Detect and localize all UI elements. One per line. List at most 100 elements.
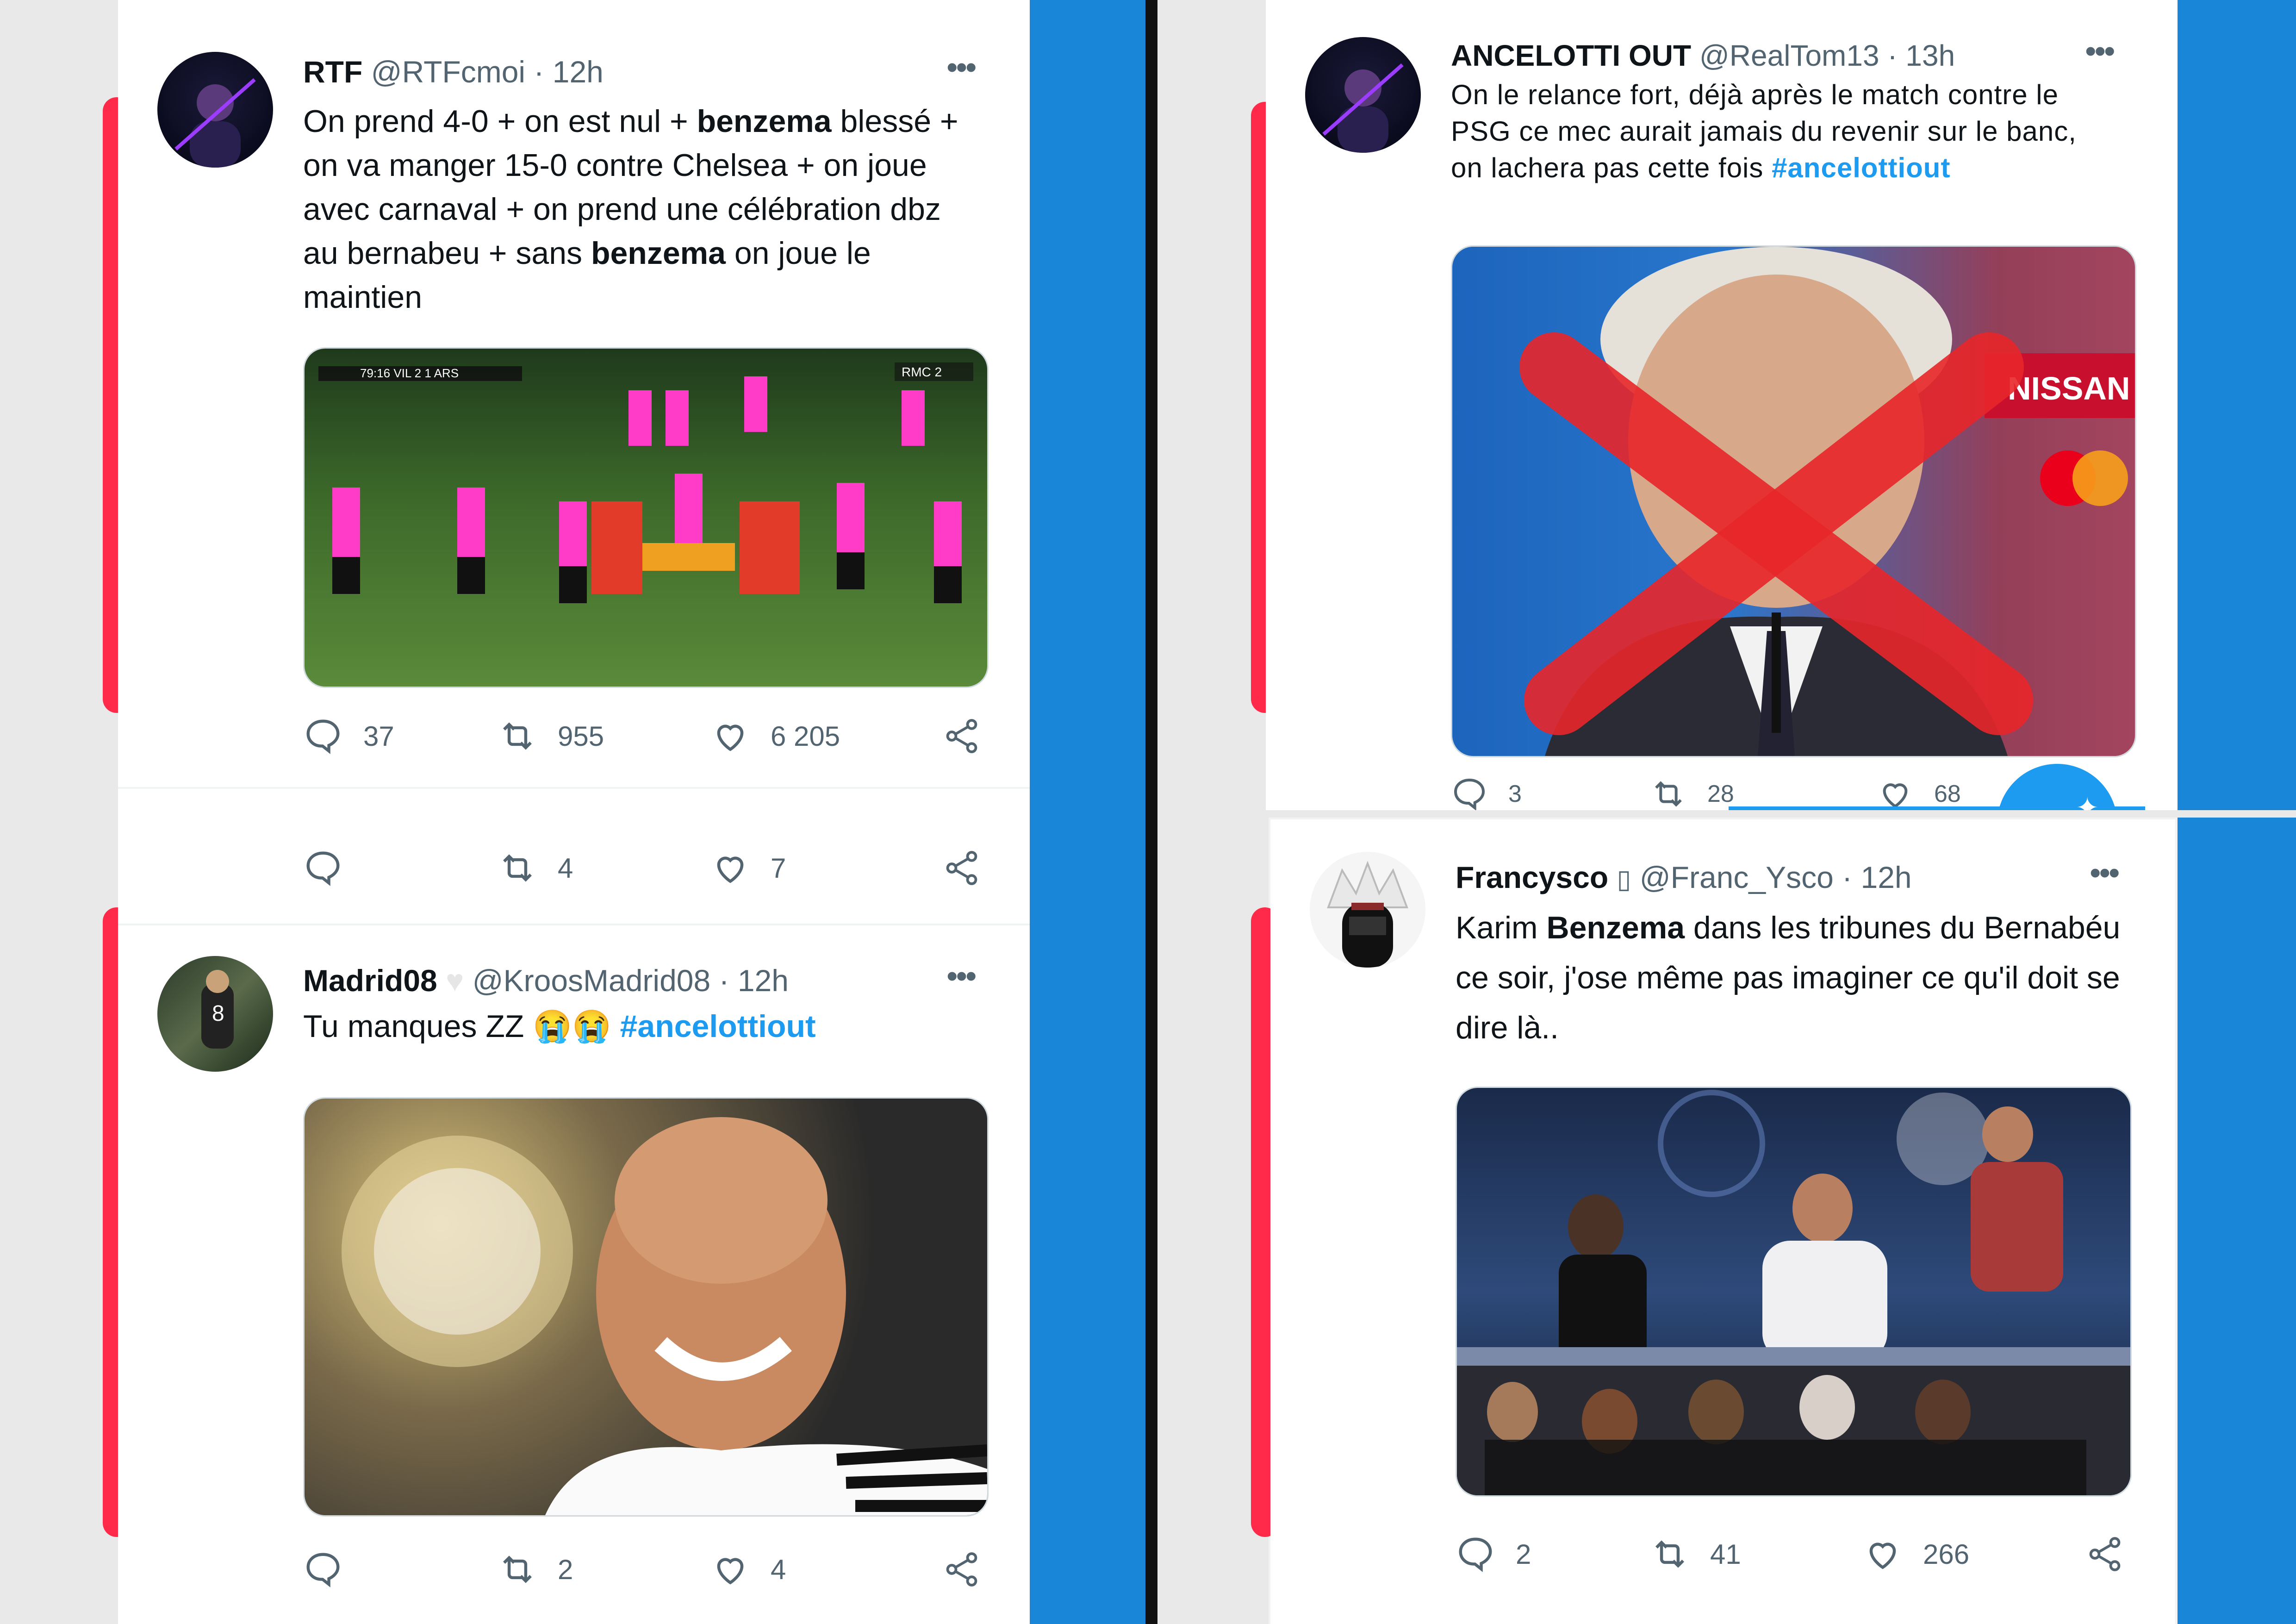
tweet-text: On prend 4-0 + on est nul + benzema bles… xyxy=(303,104,958,315)
tweet-text: Karim Benzema dans les tribunes du Berna… xyxy=(1456,910,2121,1045)
tweet-time[interactable]: · 12h xyxy=(534,55,603,89)
share-button[interactable] xyxy=(942,713,1002,759)
heart-icon xyxy=(717,856,744,883)
compose-tweet-button[interactable]: ✦ xyxy=(1997,764,2117,810)
tweet-madrid08[interactable]: 8 Madrid08 ♥ @KroosMadrid08 · 12h ••• Tu… xyxy=(118,926,1030,1624)
heart-icon xyxy=(1883,783,1908,808)
user-handle[interactable]: @Franc_Ysco xyxy=(1640,860,1834,894)
share-icon xyxy=(946,1552,977,1587)
retweet-count: 28 xyxy=(1707,781,1734,807)
retweet-icon xyxy=(503,722,532,750)
reply-icon xyxy=(306,851,340,886)
tweet-header: RTF @RTFcmoi · 12h xyxy=(303,53,604,90)
avatar[interactable] xyxy=(1305,37,1421,153)
share-button[interactable] xyxy=(942,845,1002,891)
retweet-icon xyxy=(503,854,532,882)
avatar[interactable] xyxy=(157,52,273,168)
reply-icon xyxy=(306,1553,340,1587)
reply-button[interactable] xyxy=(303,1546,363,1593)
display-name[interactable]: ANCELOTTI OUT xyxy=(1451,39,1691,72)
share-button[interactable] xyxy=(2085,1531,2145,1577)
tweet-panel-ancelotti-out: ANCELOTTI OUT @RealTom13 · 13h ••• On le… xyxy=(1266,0,2178,810)
more-icon[interactable]: ••• xyxy=(946,960,977,992)
tweet-ancelotti-out[interactable]: ANCELOTTI OUT @RealTom13 · 13h ••• On le… xyxy=(1266,0,2178,810)
tweet-header: ANCELOTTI OUT @RealTom13 · 13h xyxy=(1451,37,1955,74)
retweet-button[interactable]: 955 xyxy=(498,713,604,759)
avatar[interactable] xyxy=(1310,852,1425,968)
broadcaster-logo: RMC 2 xyxy=(902,365,942,379)
display-name[interactable]: Madrid08 xyxy=(303,963,437,998)
share-button[interactable] xyxy=(942,1546,1002,1593)
like-button[interactable]: 7 xyxy=(710,845,786,891)
user-handle[interactable]: @RTFcmoi xyxy=(371,55,525,89)
share-icon xyxy=(2089,1537,2121,1571)
retweet-icon xyxy=(503,1555,532,1583)
tweet-time[interactable]: · 12h xyxy=(1842,860,1911,894)
share-icon xyxy=(946,851,977,885)
tweet-text: On le relance fort, déjà après le match … xyxy=(1451,79,2077,183)
more-icon[interactable]: ••• xyxy=(2090,856,2120,889)
tweet-text: Tu manques ZZ 😭😭 #ancelottiout xyxy=(303,1009,816,1044)
retweet-button[interactable]: 41 xyxy=(1650,1531,1741,1577)
like-button[interactable]: 266 xyxy=(1863,1531,1969,1577)
reply-button[interactable]: 2 xyxy=(1456,1531,1531,1577)
tweet-divider xyxy=(118,787,1030,789)
tweet-rtf[interactable]: RTF @RTFcmoi · 12h ••• On prend 4-0 + on… xyxy=(118,0,1030,787)
retweet-button[interactable]: 28 xyxy=(1650,778,1734,810)
bottom-band xyxy=(1157,810,2296,818)
tweet-actions: 2 4 xyxy=(303,1546,988,1593)
tweet-header: Madrid08 ♥ @KroosMadrid08 · 12h xyxy=(303,962,789,999)
share-icon xyxy=(946,719,977,753)
tweet-francysco[interactable]: Francysco ▯ @Franc_Ysco · 12h ••• Karim … xyxy=(1270,819,2175,1624)
reply-button[interactable]: 3 xyxy=(1451,778,1522,810)
like-count: 6 205 xyxy=(771,720,840,752)
reply-icon xyxy=(306,719,340,754)
heart-icon xyxy=(717,725,744,751)
like-count: 266 xyxy=(1923,1538,1970,1570)
heart-icon xyxy=(717,1558,744,1585)
like-button[interactable]: 68 xyxy=(1877,778,1961,810)
white-heart-icon: ♥ xyxy=(446,963,464,998)
compose-icon: ✦ xyxy=(2076,792,2099,810)
scoreboard: 79:16 VIL 2 1 ARS xyxy=(360,366,459,380)
tweet-actions: 37 955 6 205 xyxy=(303,713,988,759)
svg-text:8: 8 xyxy=(212,1001,224,1026)
retweet-count: 2 xyxy=(558,1554,573,1585)
reply-count: 2 xyxy=(1516,1538,1531,1570)
retweet-icon xyxy=(1655,781,1682,807)
tweet-media-photo[interactable]: 79:16 VIL 2 1 ARS RMC 2 xyxy=(303,347,989,688)
retweet-count: 955 xyxy=(558,720,604,752)
like-count: 4 xyxy=(771,1554,786,1585)
like-button[interactable]: 4 xyxy=(710,1546,786,1593)
reply-count: 37 xyxy=(363,720,394,752)
retweet-count: 4 xyxy=(558,852,573,884)
tweet-time[interactable]: · 13h xyxy=(1887,39,1955,72)
reply-icon xyxy=(1459,1537,1492,1572)
reply-count: 3 xyxy=(1508,781,1522,807)
retweet-button[interactable]: 4 xyxy=(498,845,573,891)
tweet-media-photo[interactable]: NISSAN xyxy=(1451,245,2136,757)
user-handle[interactable]: @KroosMadrid08 xyxy=(473,963,711,998)
left-background xyxy=(0,0,120,1624)
tweet-media-photo[interactable] xyxy=(1456,1087,2132,1497)
heart-icon xyxy=(1869,1543,1896,1569)
tweet-divider xyxy=(118,924,1030,925)
like-button[interactable]: 6 205 xyxy=(710,713,840,759)
reply-button[interactable] xyxy=(303,845,363,891)
display-name[interactable]: RTF xyxy=(303,55,362,89)
blue-background-left xyxy=(1030,0,1145,1624)
sponsor-logo: NISSAN xyxy=(2008,370,2130,406)
tweet-header: Francysco ▯ @Franc_Ysco · 12h xyxy=(1456,859,1912,898)
tweet-media-photo[interactable] xyxy=(303,1097,989,1517)
partial-tweet-actions: 4 7 xyxy=(303,845,988,891)
avatar[interactable]: 8 xyxy=(157,956,273,1072)
tweet-actions: 2 41 266 xyxy=(1456,1531,2131,1577)
display-name[interactable]: Francysco xyxy=(1456,860,1608,894)
reply-button[interactable]: 37 xyxy=(303,713,394,759)
tweet-time[interactable]: · 12h xyxy=(719,963,789,998)
more-icon[interactable]: ••• xyxy=(946,51,977,83)
more-icon[interactable]: ••• xyxy=(2085,35,2116,67)
placeholder-glyph-icon: ▯ xyxy=(1617,864,1631,893)
user-handle[interactable]: @RealTom13 xyxy=(1699,39,1879,72)
retweet-button[interactable]: 2 xyxy=(498,1546,573,1593)
